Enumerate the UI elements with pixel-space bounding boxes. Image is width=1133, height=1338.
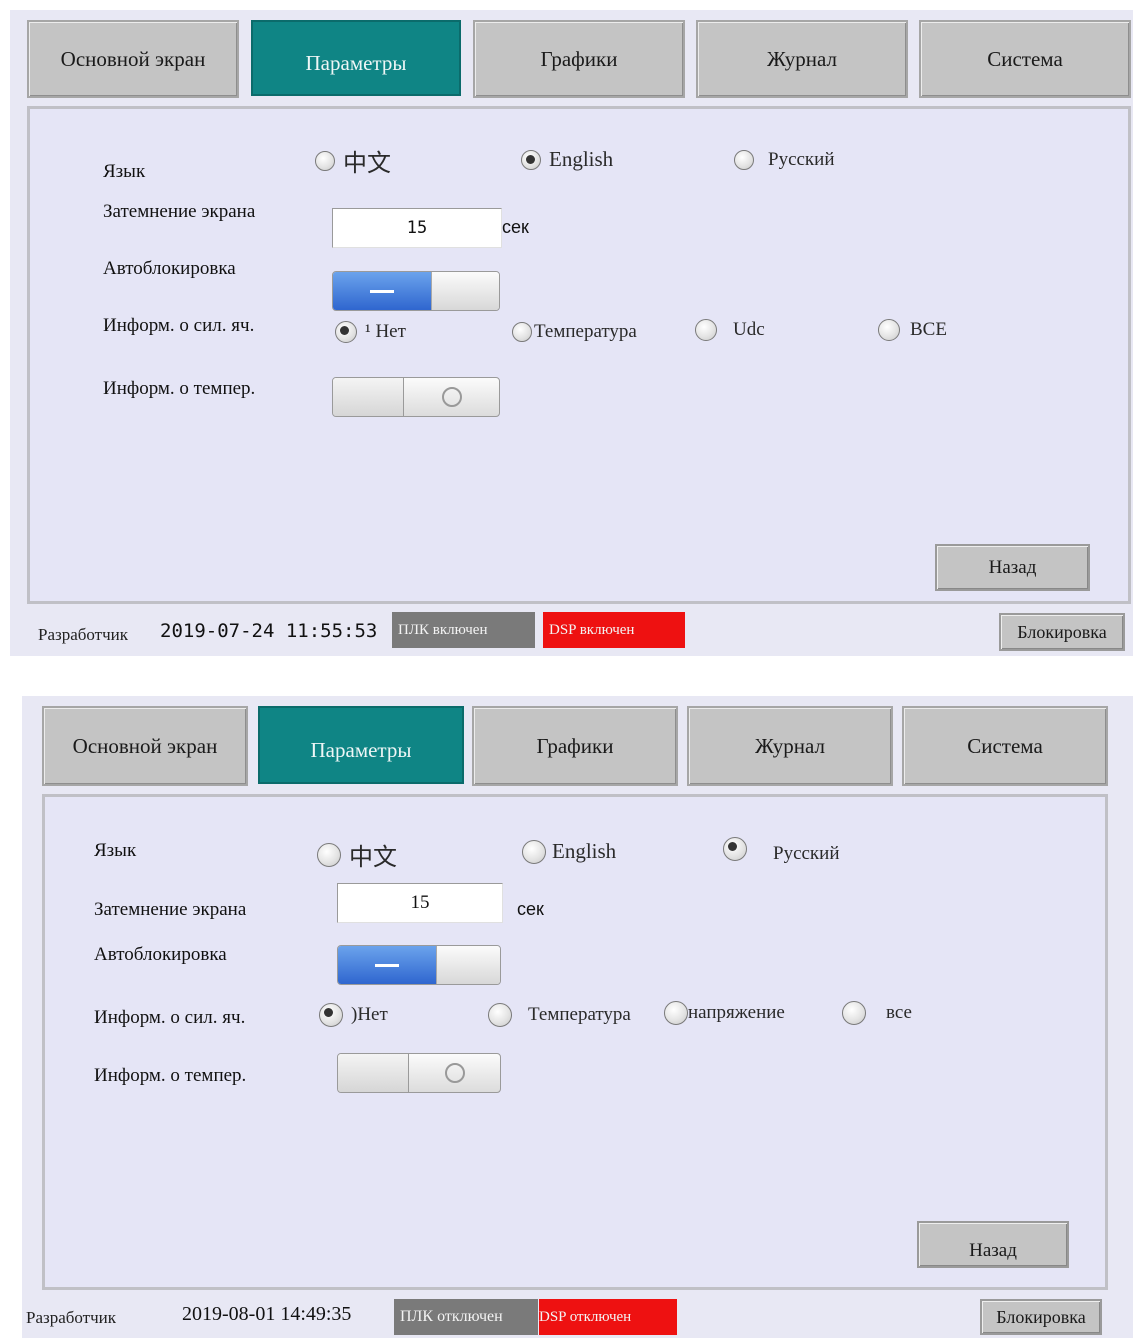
radio-selected-icon[interactable] xyxy=(723,837,747,861)
tab-main-screen[interactable]: Основной экран xyxy=(27,20,239,98)
autolock-toggle[interactable] xyxy=(337,945,501,985)
temp-info-toggle[interactable] xyxy=(337,1053,501,1093)
tab-charts[interactable]: Графики xyxy=(472,706,678,786)
dimming-label: Затемнение экрана xyxy=(94,899,247,920)
tab-log[interactable]: Журнал xyxy=(696,20,908,98)
temp-info-label: Информ. о темпер. xyxy=(94,1065,247,1086)
autolock-toggle[interactable] xyxy=(332,271,500,311)
cell-info-option-all[interactable]: все xyxy=(842,1001,912,1025)
settings-panel: Язык 中文 English Русский Затемнение экран… xyxy=(27,106,1131,604)
autolock-label: Автоблокировка xyxy=(103,258,236,279)
language-option-chinese[interactable]: 中文 xyxy=(315,143,391,178)
datetime: 2019-08-01 14:49:35 xyxy=(182,1303,352,1325)
option-label: 中文 xyxy=(343,151,391,177)
option-label: напряжение xyxy=(688,1002,785,1023)
tab-system[interactable]: Система xyxy=(919,20,1131,98)
temp-info-label: Информ. о темпер. xyxy=(103,378,256,399)
radio-icon[interactable] xyxy=(488,1003,512,1027)
toggle-on-icon xyxy=(338,946,436,984)
dimming-input[interactable]: 15 xyxy=(337,883,503,923)
radio-icon[interactable] xyxy=(522,839,546,864)
autolock-label: Автоблокировка xyxy=(94,944,227,965)
language-label: Язык xyxy=(94,840,137,861)
option-label: ВСЕ xyxy=(910,319,947,340)
cell-info-option-none[interactable]: )Нет xyxy=(319,1003,388,1027)
option-label: English xyxy=(549,147,614,171)
language-option-russian[interactable]: Русский xyxy=(734,149,835,171)
tab-parameters[interactable]: Параметры xyxy=(251,20,461,96)
toggle-off-icon xyxy=(404,378,499,416)
toggle-off-icon xyxy=(409,1054,500,1092)
plc-status-badge: ПЛК включен xyxy=(392,612,535,648)
tab-parameters[interactable]: Параметры xyxy=(258,706,464,784)
option-label: )Нет xyxy=(351,1004,388,1025)
user-role: Разработчик xyxy=(38,625,129,644)
dsp-status-badge: DSP включен xyxy=(543,612,685,648)
cell-info-option-udc[interactable]: Udc xyxy=(695,319,765,341)
radio-selected-icon[interactable] xyxy=(319,1003,343,1027)
back-button[interactable]: Назад xyxy=(935,544,1090,591)
radio-icon[interactable] xyxy=(317,842,341,867)
language-option-russian[interactable]: Русский xyxy=(723,837,840,865)
temp-info-toggle[interactable] xyxy=(332,377,500,417)
radio-icon[interactable] xyxy=(842,1001,866,1025)
radio-icon[interactable] xyxy=(878,319,900,341)
lock-button[interactable]: Блокировка xyxy=(999,613,1125,651)
toggle-knob xyxy=(431,272,499,310)
dimming-unit: сек xyxy=(502,217,529,237)
dsp-status-badge: DSP отключен xyxy=(539,1299,677,1335)
tab-charts[interactable]: Графики xyxy=(473,20,685,98)
radio-icon[interactable] xyxy=(664,1001,688,1025)
cell-info-option-voltage[interactable]: напряжение xyxy=(664,1001,785,1025)
dimming-label: Затемнение экрана xyxy=(103,201,256,222)
datetime: 2019-07-24 11:55:53 xyxy=(160,620,378,642)
lock-button[interactable]: Блокировка xyxy=(980,1299,1102,1335)
plc-status-badge: ПЛК отключен xyxy=(394,1299,538,1335)
user-role: Разработчик xyxy=(26,1308,117,1327)
cell-info-option-none[interactable]: ¹ Нет xyxy=(335,321,406,343)
tab-log[interactable]: Журнал xyxy=(687,706,893,786)
option-label: Udc xyxy=(733,319,765,340)
radio-selected-icon[interactable] xyxy=(335,321,357,343)
toggle-knob xyxy=(333,378,404,416)
option-label: English xyxy=(552,839,617,863)
language-option-chinese[interactable]: 中文 xyxy=(317,837,397,872)
settings-panel: Язык 中文 English Русский Затемнение экран… xyxy=(42,794,1108,1290)
radio-icon[interactable] xyxy=(512,322,532,342)
option-label: Температура xyxy=(528,1004,631,1025)
cell-info-label: Информ. о сил. яч. xyxy=(103,315,255,336)
cell-info-option-temperature[interactable]: Температура xyxy=(488,1003,631,1027)
cell-info-label: Информ. о сил. яч. xyxy=(94,1007,246,1028)
language-option-english[interactable]: English xyxy=(521,147,613,172)
dimming-input[interactable]: 15 xyxy=(332,208,502,248)
dimming-unit: сек xyxy=(517,899,544,919)
option-label: Русский xyxy=(768,149,835,170)
option-label: Температура xyxy=(534,321,637,342)
toggle-knob xyxy=(436,946,500,984)
toggle-knob xyxy=(338,1054,409,1092)
tab-system[interactable]: Система xyxy=(902,706,1108,786)
settings-screen-1: Основной экран Параметры Графики Журнал … xyxy=(10,10,1133,656)
option-label: 中文 xyxy=(349,845,397,871)
option-label: Русский xyxy=(773,843,840,864)
radio-icon[interactable] xyxy=(734,150,754,170)
radio-icon[interactable] xyxy=(315,150,335,171)
radio-icon[interactable] xyxy=(695,319,717,341)
cell-info-option-temperature[interactable]: Температура xyxy=(512,321,637,343)
option-label: все xyxy=(886,1002,912,1023)
tab-main-screen[interactable]: Основной экран xyxy=(42,706,248,786)
radio-selected-icon[interactable] xyxy=(521,149,541,170)
language-label: Язык xyxy=(103,161,146,182)
toggle-on-icon xyxy=(333,272,431,310)
back-button[interactable]: Назад xyxy=(917,1221,1069,1268)
settings-screen-2: Основной экран Параметры Графики Журнал … xyxy=(22,696,1133,1338)
option-label: ¹ Нет xyxy=(365,321,406,342)
cell-info-option-all[interactable]: ВСЕ xyxy=(878,319,947,341)
language-option-english[interactable]: English xyxy=(522,839,616,864)
